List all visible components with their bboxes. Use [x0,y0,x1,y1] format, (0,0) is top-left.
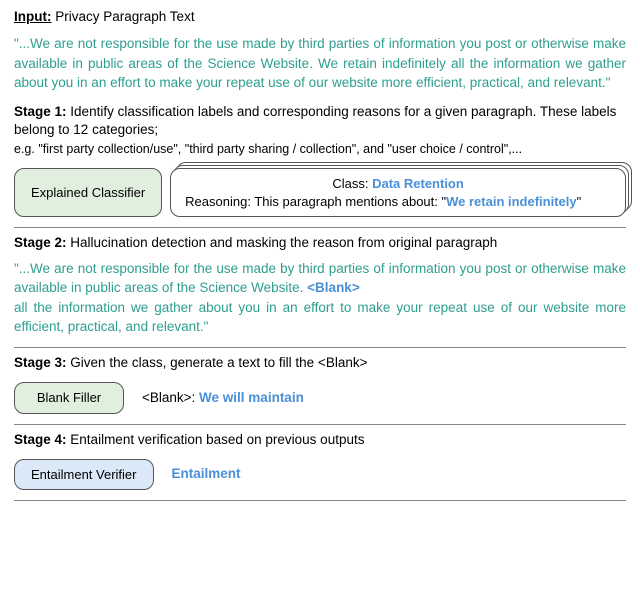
stage3-header: Stage 3: Given the class, generate a tex… [14,354,626,372]
reason-suffix: " [577,194,582,209]
stage3-row: Blank Filler <Blank>: We will maintain [14,382,626,414]
input-header: Input: Privacy Paragraph Text [14,8,626,26]
divider-4 [14,500,626,501]
stage4-out-value: Entailment [172,466,241,481]
stage4-row: Entailment Verifier Entailment [14,459,626,491]
stage2-para-post: all the information we gather about you … [14,300,626,335]
stage1-label: Stage 1: [14,104,67,119]
stage1-row: Explained Classifier Class: Data Retenti… [14,168,626,217]
stage1-desc: Identify classification labels and corre… [14,104,616,137]
divider-3 [14,424,626,425]
stage3-desc: Given the class, generate a text to fill… [70,355,367,370]
stage1-example: e.g. "first party collection/use", "thir… [14,141,626,158]
stage3-label: Stage 3: [14,355,67,370]
input-label: Input: [14,9,51,24]
stage3-output: <Blank>: We will maintain [142,389,304,407]
stage2-paragraph: "...We are not responsible for the use m… [14,259,626,337]
stage4-header: Stage 4: Entailment verification based o… [14,431,626,449]
class-prefix: Class: [332,176,372,191]
stage1-header: Stage 1: Identify classification labels … [14,103,626,139]
class-value: Data Retention [372,176,464,191]
divider-1 [14,227,626,228]
blank-filler-label: Blank Filler [31,389,107,407]
entailment-verifier-module: Entailment Verifier [14,459,154,491]
stage4-label: Stage 4: [14,432,67,447]
stage1-output-card: Class: Data Retention Reasoning: This pa… [170,168,626,217]
stage2-desc: Hallucination detection and masking the … [70,235,497,250]
stage4-desc: Entailment verification based on previou… [70,432,364,447]
blank-filler-module: Blank Filler [14,382,124,414]
stage3-out-value: We will maintain [199,390,304,405]
stage2-label: Stage 2: [14,235,67,250]
blank-tag: <Blank> [307,280,360,295]
explained-classifier-module: Explained Classifier [14,168,162,217]
entailment-verifier-label: Entailment Verifier [31,466,137,484]
stage2-header: Stage 2: Hallucination detection and mas… [14,234,626,252]
reason-value: We retain indefinitely [446,194,577,209]
stage4-output: Entailment [172,465,241,483]
input-title: Privacy Paragraph Text [55,9,194,24]
divider-2 [14,347,626,348]
input-paragraph: "...We are not responsible for the use m… [14,34,626,93]
stage1-output-stack: Class: Data Retention Reasoning: This pa… [170,168,626,217]
reason-prefix: Reasoning: This paragraph mentions about… [185,194,446,209]
explained-classifier-label: Explained Classifier [31,184,145,202]
stage3-out-label: <Blank>: [142,390,199,405]
